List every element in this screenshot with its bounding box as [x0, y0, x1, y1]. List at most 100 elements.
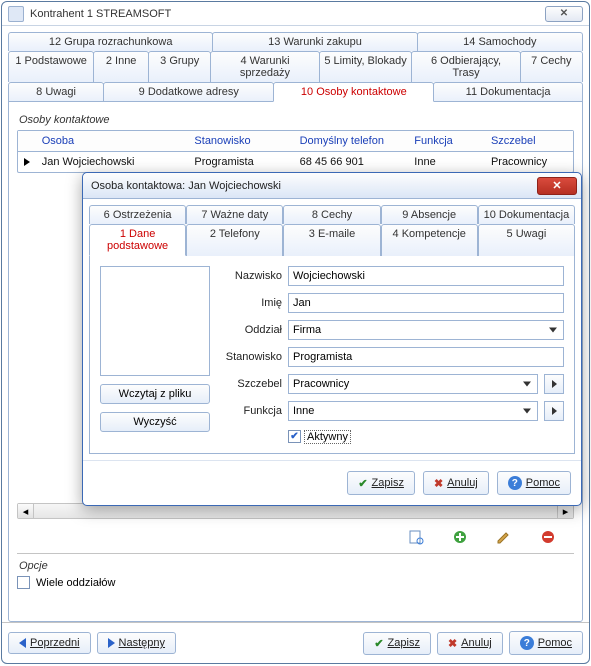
contact-dialog: Osoba kontaktowa: Jan Wojciechowski ✕ 6 … [82, 172, 582, 506]
col-stanowisko[interactable]: Stanowisko [188, 131, 293, 152]
tab-warunki-zakupu[interactable]: 13 Warunki zakupu [212, 32, 417, 51]
tab-limity-blokady[interactable]: 5 Limity, Blokady [319, 51, 413, 82]
scroll-left-button[interactable]: ◂ [18, 504, 34, 518]
input-nazwisko[interactable]: Wojciechowski [288, 266, 564, 286]
dlg-tab-ostrzezenia[interactable]: 6 Ostrzeżenia [89, 205, 186, 224]
funkcja-lookup-button[interactable] [544, 401, 564, 421]
help-icon: ? [508, 476, 522, 490]
toolbar-add-icon[interactable] [452, 529, 468, 545]
label-funkcja: Funkcja [220, 405, 282, 417]
dlg-tab-telefony[interactable]: 2 Telefony [186, 224, 283, 256]
section-title: Osoby kontaktowe [19, 114, 574, 126]
tab-dodatkowe-adresy[interactable]: 9 Dodatkowe adresy [103, 82, 274, 102]
check-icon: ✔ [358, 477, 367, 490]
grid-header: Osoba Stanowisko Domyślny telefon Funkcj… [18, 131, 573, 152]
tabs-row-1: 12 Grupa rozrachunkowa 13 Warunki zakupu… [8, 32, 583, 51]
dlg-tab-uwagi[interactable]: 5 Uwagi [478, 224, 575, 256]
tab-dokumentacja[interactable]: 11 Dokumentacja [433, 82, 583, 102]
form-column: Nazwisko Wojciechowski Imię Jan Oddział … [220, 266, 564, 443]
contacts-grid: Osoba Stanowisko Domyślny telefon Funkcj… [17, 130, 574, 173]
label-nazwisko: Nazwisko [220, 270, 282, 282]
combo-funkcja[interactable]: Inne [288, 401, 538, 421]
dialog-save-button[interactable]: ✔Zapisz [347, 471, 415, 495]
dlg-tab-kompetencje[interactable]: 4 Kompetencje [381, 224, 478, 256]
cell-stanowisko: Programista [188, 152, 293, 172]
dlg-tab-dane-podstawowe[interactable]: 1 Dane podstawowe [89, 224, 186, 256]
col-osoba[interactable]: Osoba [36, 131, 189, 152]
triangle-right-icon [552, 380, 557, 388]
cancel-button[interactable]: ✖Anuluj [437, 632, 503, 655]
titlebar: Kontrahent 1 STREAMSOFT ✕ [2, 2, 589, 26]
dlg-tab-cechy[interactable]: 8 Cechy [283, 205, 380, 224]
photo-placeholder [100, 266, 210, 376]
tab-grupy[interactable]: 3 Grupy [148, 51, 211, 82]
col-funkcja[interactable]: Funkcja [408, 131, 485, 152]
prev-button[interactable]: Poprzedni [8, 632, 91, 654]
dialog-close-button[interactable]: ✕ [537, 177, 577, 195]
dialog-footer: ✔Zapisz ✖Anuluj ?Pomoc [83, 460, 581, 505]
options-box: Opcje Wiele oddziałów [17, 560, 574, 589]
window-close-button[interactable]: ✕ [545, 6, 583, 22]
cell-telefon: 68 45 66 901 [294, 152, 409, 172]
separator [17, 553, 574, 554]
load-from-file-button[interactable]: Wczytaj z pliku [100, 384, 210, 404]
tab-osoby-kontaktowe[interactable]: 10 Osoby kontaktowe [273, 82, 434, 102]
main-window: Kontrahent 1 STREAMSOFT ✕ 12 Grupa rozra… [1, 1, 590, 664]
check-icon: ✔ [374, 637, 383, 650]
dialog-tabs-row-1: 6 Ostrzeżenia 7 Ważne daty 8 Cechy 9 Abs… [89, 205, 575, 224]
active-checkbox[interactable]: ✔ Aktywny [288, 430, 564, 443]
dlg-tab-emaile[interactable]: 3 E-maile [283, 224, 380, 256]
label-imie: Imię [220, 297, 282, 309]
combo-szczebel[interactable]: Pracownicy [288, 374, 538, 394]
multi-branch-checkbox[interactable]: Wiele oddziałów [17, 576, 574, 589]
help-button[interactable]: ?Pomoc [509, 631, 583, 655]
toolbar-delete-icon[interactable] [540, 529, 556, 545]
main-footer: Poprzedni Następny ✔Zapisz ✖Anuluj ?Pomo… [2, 622, 589, 663]
dlg-tab-wazne-daty[interactable]: 7 Ważne daty [186, 205, 283, 224]
tab-warunki-sprzedazy[interactable]: 4 Warunki sprzedaży [210, 51, 319, 82]
tab-uwagi[interactable]: 8 Uwagi [8, 82, 104, 102]
window-title: Kontrahent 1 STREAMSOFT [30, 8, 545, 20]
options-title: Opcje [19, 560, 574, 572]
next-icon [108, 638, 115, 648]
input-stanowisko[interactable]: Programista [288, 347, 564, 367]
checkbox-icon [17, 576, 30, 589]
triangle-right-icon [552, 407, 557, 415]
dialog-help-button[interactable]: ?Pomoc [497, 471, 571, 495]
label-stanowisko: Stanowisko [220, 351, 282, 363]
toolbar-view-icon[interactable] [408, 529, 424, 545]
scroll-right-button[interactable]: ▸ [557, 504, 573, 518]
tab-podstawowe[interactable]: 1 Podstawowe [8, 51, 94, 82]
label-szczebel: Szczebel [220, 378, 282, 390]
cell-funkcja: Inne [408, 152, 485, 172]
dlg-tab-dokumentacja[interactable]: 10 Dokumentacja [478, 205, 575, 224]
row-pointer-icon [24, 158, 30, 166]
dialog-tabs-row-2: 1 Dane podstawowe 2 Telefony 3 E-maile 4… [89, 224, 575, 256]
label-oddzial: Oddział [220, 324, 282, 336]
help-icon: ? [520, 636, 534, 650]
col-szczebel[interactable]: Szczebel [485, 131, 573, 152]
save-button[interactable]: ✔Zapisz [363, 632, 431, 655]
dialog-titlebar: Osoba kontaktowa: Jan Wojciechowski ✕ [83, 173, 581, 199]
cell-osoba: Jan Wojciechowski [36, 152, 189, 172]
tab-inne[interactable]: 2 Inne [93, 51, 149, 82]
tab-cechy[interactable]: 7 Cechy [520, 51, 583, 82]
checkbox-checked-icon: ✔ [288, 430, 301, 443]
clear-button[interactable]: Wyczyść [100, 412, 210, 432]
szczebel-lookup-button[interactable] [544, 374, 564, 394]
next-button[interactable]: Następny [97, 632, 176, 654]
dialog-cancel-button[interactable]: ✖Anuluj [423, 471, 489, 495]
combo-oddzial[interactable]: Firma [288, 320, 564, 340]
grid-row[interactable]: Jan Wojciechowski Programista 68 45 66 9… [18, 152, 573, 172]
input-imie[interactable]: Jan [288, 293, 564, 313]
cell-szczebel: Pracownicy [485, 152, 573, 172]
scroll-track[interactable] [34, 504, 557, 518]
col-telefon[interactable]: Domyślny telefon [294, 131, 409, 152]
checkbox-label: Wiele oddziałów [36, 577, 115, 589]
toolbar-edit-icon[interactable] [496, 529, 512, 545]
tab-samochody[interactable]: 14 Samochody [417, 32, 583, 51]
tabs-row-3: 8 Uwagi 9 Dodatkowe adresy 10 Osoby kont… [8, 82, 583, 102]
dlg-tab-absencje[interactable]: 9 Absencje [381, 205, 478, 224]
tab-grupa-rozrachunkowa[interactable]: 12 Grupa rozrachunkowa [8, 32, 213, 51]
tab-odbierajacy-trasy[interactable]: 6 Odbierający, Trasy [411, 51, 520, 82]
